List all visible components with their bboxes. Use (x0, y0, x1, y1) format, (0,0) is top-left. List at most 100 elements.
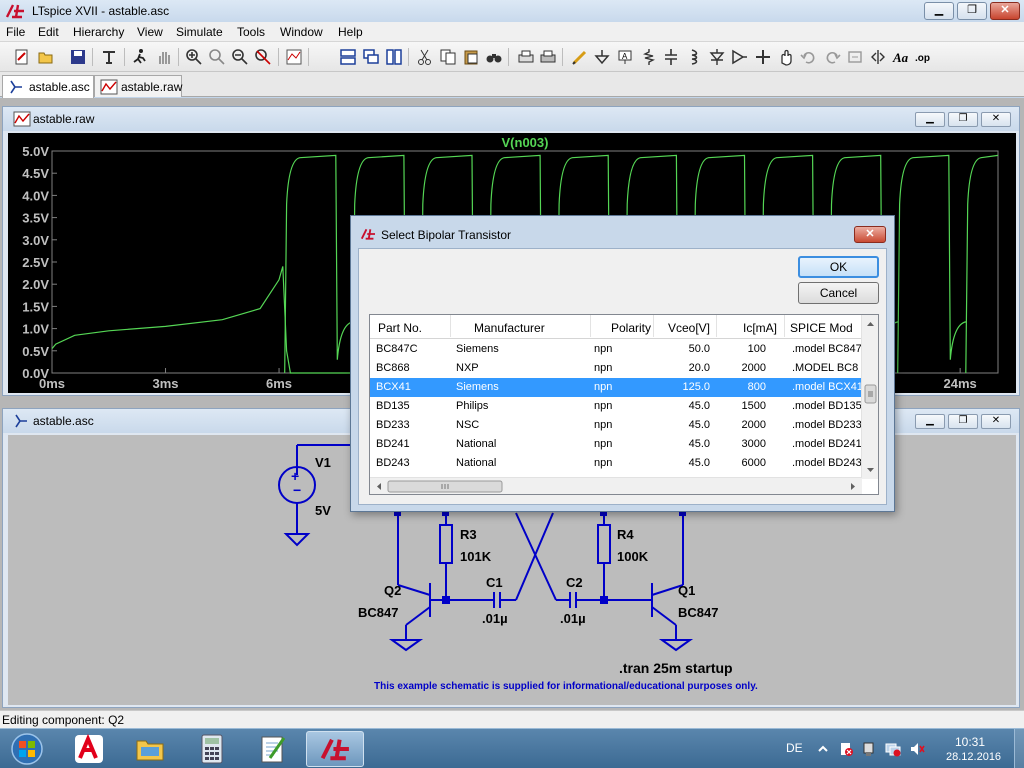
menu-window[interactable]: Window (280, 25, 323, 39)
list-row[interactable]: BC868NXPnpn20.02000.MODEL BC8 (370, 359, 862, 378)
list-row[interactable]: BD243Nationalnpn45.06000.model BD243 (370, 454, 862, 473)
start-orb-icon[interactable] (2, 731, 52, 767)
rotate-icon[interactable] (845, 47, 865, 67)
list-row[interactable]: BC847CSiemensnpn50.0100.model BC847 (370, 340, 862, 359)
column-header-manufacturer[interactable]: Manufacturer (474, 321, 545, 335)
cancel-button[interactable]: Cancel (798, 282, 879, 304)
copy-icon[interactable] (438, 47, 458, 67)
component-icon[interactable] (729, 47, 749, 67)
minimize-button[interactable]: ▁ (924, 2, 954, 20)
zoom-in-icon[interactable] (184, 47, 204, 67)
menu-edit[interactable]: Edit (38, 25, 59, 39)
tab-astable-asc[interactable]: astable.asc (2, 75, 94, 98)
list-row[interactable]: BD241Nationalnpn45.03000.model BD241 (370, 435, 862, 454)
action-center-icon[interactable] (838, 741, 854, 757)
ground-icon[interactable] (592, 47, 612, 67)
minimize-button[interactable]: ▁ (915, 112, 945, 127)
menu-simulate[interactable]: Simulate (176, 25, 223, 39)
run-icon[interactable] (130, 47, 150, 67)
vertical-scrollbar[interactable] (861, 315, 878, 479)
diode-icon[interactable] (707, 47, 727, 67)
column-header-ic[interactable]: Ic[mA] (717, 321, 777, 335)
zoom-cancel-icon[interactable] (253, 47, 273, 67)
inductor-icon[interactable] (683, 47, 703, 67)
column-header-vceo[interactable]: Vceo[V] (654, 321, 710, 335)
transistor-list[interactable]: Part No. Manufacturer Polarity Vceo[V] I… (369, 314, 879, 495)
save-icon[interactable] (68, 47, 88, 67)
clock-date[interactable]: 28.12.2016 (946, 751, 1001, 763)
column-header-spice-model[interactable]: SPICE Mod (790, 321, 853, 335)
label-net-icon[interactable]: A (615, 47, 635, 67)
restore-button[interactable]: ❐ (957, 2, 987, 20)
capacitor-icon[interactable] (661, 47, 681, 67)
ok-button[interactable]: OK (798, 256, 879, 278)
text-icon[interactable]: Aa (891, 47, 911, 67)
language-indicator[interactable]: DE (786, 741, 803, 755)
tile-horizontal-icon[interactable] (338, 47, 358, 67)
schematic-title: astable.asc (33, 414, 94, 428)
usb-device-icon[interactable] (861, 741, 877, 757)
menu-tools[interactable]: Tools (237, 25, 265, 39)
halt-icon[interactable] (154, 47, 174, 67)
waveform-icon (13, 111, 31, 127)
undo-icon[interactable] (799, 47, 819, 67)
column-header-part-no[interactable]: Part No. (378, 321, 422, 335)
avira-icon[interactable] (60, 731, 118, 767)
open-file-icon[interactable] (36, 47, 56, 67)
file-explorer-icon[interactable] (121, 731, 179, 767)
menu-help[interactable]: Help (338, 25, 363, 39)
print-preview-icon[interactable] (516, 47, 536, 67)
network-icon[interactable] (885, 741, 901, 757)
redo-icon[interactable] (822, 47, 842, 67)
close-button[interactable]: ✕ (990, 2, 1020, 20)
paste-icon[interactable] (461, 47, 481, 67)
horizontal-scrollbar[interactable] (370, 477, 862, 494)
scroll-down-arrow-icon[interactable] (867, 468, 874, 472)
notepad-icon[interactable] (244, 731, 302, 767)
dialog-title: Select Bipolar Transistor (381, 228, 511, 242)
print-icon[interactable] (538, 47, 558, 67)
list-row[interactable]: BD233NSCnpn45.02000.model BD233 (370, 416, 862, 435)
column-header-polarity[interactable]: Polarity (591, 321, 651, 335)
show-desktop-button[interactable] (1014, 729, 1024, 768)
ltspice-taskbar-button[interactable] (306, 731, 364, 767)
control-panel-icon[interactable] (99, 47, 119, 67)
scroll-right-arrow-icon[interactable] (851, 483, 855, 490)
restore-button[interactable]: ❐ (948, 414, 978, 429)
menu-view[interactable]: View (137, 25, 163, 39)
minimize-button[interactable]: ▁ (915, 414, 945, 429)
cut-icon[interactable] (415, 47, 435, 67)
mirror-icon[interactable] (868, 47, 888, 67)
move-icon[interactable] (753, 47, 773, 67)
zoom-out-icon[interactable] (230, 47, 250, 67)
tile-vertical-icon[interactable] (384, 47, 404, 67)
x-tick-label: 6ms (266, 376, 292, 391)
zoom-pan-icon[interactable] (207, 47, 227, 67)
calculator-icon[interactable] (183, 731, 241, 767)
clock-time[interactable]: 10:31 (955, 735, 985, 749)
list-row[interactable]: BD135Philipsnpn45.01500.model BD135 (370, 397, 862, 416)
find-icon[interactable] (484, 47, 504, 67)
volume-icon[interactable] (909, 741, 925, 757)
draw-wire-icon[interactable] (570, 47, 590, 67)
restore-button[interactable]: ❐ (948, 112, 978, 127)
dialog-close-button[interactable]: ✕ (854, 226, 886, 243)
drag-icon[interactable] (776, 47, 796, 67)
tab-astable-raw[interactable]: astable.raw (94, 75, 182, 97)
cascade-icon[interactable] (361, 47, 381, 67)
disclaimer-note[interactable]: This example schematic is supplied for i… (374, 681, 758, 692)
spice-directive[interactable]: .tran 25m startup (619, 660, 733, 676)
new-schematic-icon[interactable] (12, 47, 32, 67)
list-row[interactable]: BCX41Siemensnpn125.0800.model BCX41 (370, 378, 862, 397)
close-button[interactable]: ✕ (981, 112, 1011, 127)
menu-hierarchy[interactable]: Hierarchy (73, 25, 124, 39)
show-hidden-icons-icon[interactable] (815, 741, 831, 757)
cell-polarity: npn (594, 343, 634, 355)
scroll-left-arrow-icon[interactable] (377, 483, 381, 490)
menu-file[interactable]: File (6, 25, 25, 39)
resistor-icon[interactable] (639, 47, 659, 67)
autorange-icon[interactable] (284, 47, 304, 67)
close-button[interactable]: ✕ (981, 414, 1011, 429)
spice-directive-icon[interactable]: .op (914, 47, 934, 67)
scroll-up-arrow-icon[interactable] (867, 322, 874, 326)
